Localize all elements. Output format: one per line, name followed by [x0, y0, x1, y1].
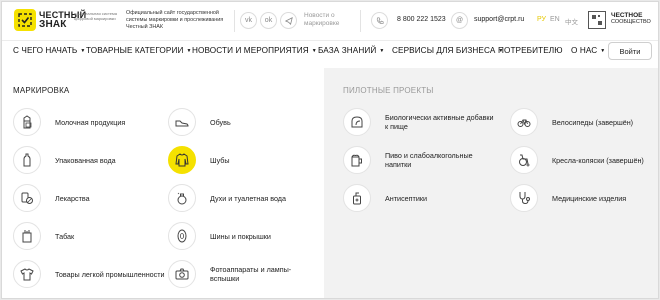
category-medicine[interactable]: Лекарства — [13, 184, 90, 212]
bicycle-icon — [510, 108, 538, 136]
camera-icon — [168, 260, 196, 288]
nav-news[interactable]: НОВОСТИ И МЕРОПРИЯТИЯ ▼ — [192, 46, 317, 55]
chevron-down-icon: ▼ — [311, 48, 317, 54]
community-line1: ЧЕСТНОЕ — [611, 12, 643, 19]
pilot-label: Биологически активные добавки к пище — [385, 113, 494, 131]
lang-ru[interactable]: РУ — [537, 16, 546, 23]
phone-number[interactable]: 8 800 222 1523 — [397, 16, 446, 23]
chevron-down-icon: ▼ — [600, 48, 606, 54]
nav-label: НОВОСТИ И МЕРОПРИЯТИЯ — [192, 46, 309, 55]
pilot-medical[interactable]: Медицинские изделия — [510, 184, 626, 212]
marking-panel: МАРКИРОВКА Молочная продукция Упакованна… — [2, 68, 324, 298]
category-label: Шины и покрышки — [210, 231, 271, 241]
nav-label: О НАС — [571, 46, 598, 55]
category-label: Шубы — [210, 155, 230, 165]
site-tagline: Официальный сайт государственной системы… — [126, 10, 224, 30]
tobacco-icon — [13, 222, 41, 250]
beer-icon — [343, 146, 371, 174]
category-label: Товары легкой промышленности — [55, 269, 165, 279]
category-perfume[interactable]: Духи и туалетная вода — [168, 184, 286, 212]
pilot-label: Антисептики — [385, 193, 428, 203]
tshirt-icon — [13, 260, 41, 288]
pilot-bicycles[interactable]: Велосипеды (завершён) — [510, 108, 633, 136]
pilot-wheelchairs[interactable]: Кресла-коляски (завершён) — [510, 146, 644, 174]
community-logo-text[interactable]: ЧЕСТНОЕ СООБЩЕСТВО — [611, 12, 651, 26]
shoe-icon — [168, 108, 196, 136]
stethoscope-icon — [510, 184, 538, 212]
category-label: Табак — [55, 231, 75, 241]
pilot-beer[interactable]: Пиво и слабоалкогольные напитки — [343, 146, 495, 174]
logo-icon[interactable] — [14, 9, 36, 31]
category-label: Духи и туалетная вода — [210, 193, 286, 203]
milk-icon — [13, 108, 41, 136]
chevron-down-icon: ▼ — [186, 48, 192, 54]
pilot-supplements[interactable]: Биологически активные добавки к пище — [343, 108, 495, 136]
support-email[interactable]: support@crpt.ru — [474, 16, 524, 23]
pilot-label: Велосипеды (завершён) — [552, 117, 634, 127]
wheelchair-icon — [510, 146, 538, 174]
pilot-antiseptics[interactable]: Антисептики — [343, 184, 427, 212]
news-link[interactable]: Новости о маркировке — [304, 12, 352, 28]
category-light-industry[interactable]: Товары легкой промышленности — [13, 260, 165, 288]
community-logo-icon[interactable] — [588, 11, 606, 29]
main-nav: С ЧЕГО НАЧАТЬ ▼ ТОВАРНЫЕ КАТЕГОРИИ ▼ НОВОС… — [2, 40, 658, 62]
vk-icon[interactable]: vk — [240, 12, 257, 29]
nav-label: СЕРВИСЫ ДЛЯ БИЗНЕСА — [392, 46, 496, 55]
login-button[interactable]: Войти — [608, 42, 652, 60]
category-label: Упакованная вода — [55, 155, 116, 165]
category-label: Лекарства — [55, 193, 90, 203]
nav-label: С ЧЕГО НАЧАТЬ — [13, 46, 78, 55]
supplement-icon — [343, 108, 371, 136]
community-line2: СООБЩЕСТВО — [611, 19, 651, 25]
pilot-title: ПИЛОТНЫЕ ПРОЕКТЫ — [343, 86, 434, 95]
nav-consumer[interactable]: ПОТРЕБИТЕЛЮ — [498, 46, 563, 55]
fur-coat-icon — [168, 146, 196, 174]
nav-label: БАЗА ЗНАНИЙ — [318, 46, 377, 55]
category-shoes[interactable]: Обувь — [168, 108, 231, 136]
lang-en[interactable]: EN — [550, 16, 560, 23]
pilot-projects-panel: ПИЛОТНЫЕ ПРОЕКТЫ Биологически активные д… — [324, 68, 658, 298]
divider — [360, 10, 361, 32]
category-water[interactable]: Упакованная вода — [13, 146, 116, 174]
pilot-label: Медицинские изделия — [552, 193, 627, 203]
header: ЧЕСТНЫЙ ЗНАК национальная система цифров… — [2, 2, 658, 40]
logo-text-line2: ЗНАК — [39, 19, 67, 30]
lang-zh[interactable]: 中文 — [565, 16, 578, 26]
nav-label: ПОТРЕБИТЕЛЮ — [498, 46, 563, 55]
pilot-label: Пиво и слабоалкогольные напитки — [385, 151, 473, 169]
chevron-down-icon: ▼ — [379, 48, 385, 54]
ok-icon[interactable]: ok — [260, 12, 277, 29]
telegram-icon[interactable] — [280, 12, 297, 29]
category-fur[interactable]: Шубы — [168, 146, 230, 174]
category-cameras[interactable]: Фотоаппараты и лампы-вспышки — [168, 260, 310, 288]
nav-about[interactable]: О НАС ▼ — [571, 46, 605, 55]
email-icon: @ — [451, 12, 468, 29]
category-label: Обувь — [210, 117, 231, 127]
nav-services[interactable]: СЕРВИСЫ ДЛЯ БИЗНЕСА ▼ — [392, 46, 503, 55]
divider — [234, 10, 235, 32]
category-label: Фотоаппараты и лампы-вспышки — [210, 265, 292, 283]
chevron-down-icon: ▼ — [80, 48, 86, 54]
category-label: Молочная продукция — [55, 117, 126, 127]
logo-subtitle: национальная система цифровой маркировки — [74, 11, 117, 21]
tire-icon — [168, 222, 196, 250]
medicine-icon — [13, 184, 41, 212]
pilot-label: Кресла-коляски (завершён) — [552, 155, 644, 165]
perfume-icon — [168, 184, 196, 212]
antiseptic-icon — [343, 184, 371, 212]
page-frame: ЧЕСТНЫЙ ЗНАК национальная система цифров… — [1, 1, 659, 299]
nav-knowledge[interactable]: БАЗА ЗНАНИЙ ▼ — [318, 46, 384, 55]
category-tires[interactable]: Шины и покрышки — [168, 222, 271, 250]
marking-title: МАРКИРОВКА — [13, 86, 70, 95]
category-tobacco[interactable]: Табак — [13, 222, 74, 250]
nav-categories[interactable]: ТОВАРНЫЕ КАТЕГОРИИ ▼ — [86, 46, 192, 55]
phone-icon — [371, 12, 388, 29]
nav-start[interactable]: С ЧЕГО НАЧАТЬ ▼ — [13, 46, 85, 55]
water-bottle-icon — [13, 146, 41, 174]
category-milk[interactable]: Молочная продукция — [13, 108, 125, 136]
nav-label: ТОВАРНЫЕ КАТЕГОРИИ — [86, 46, 184, 55]
